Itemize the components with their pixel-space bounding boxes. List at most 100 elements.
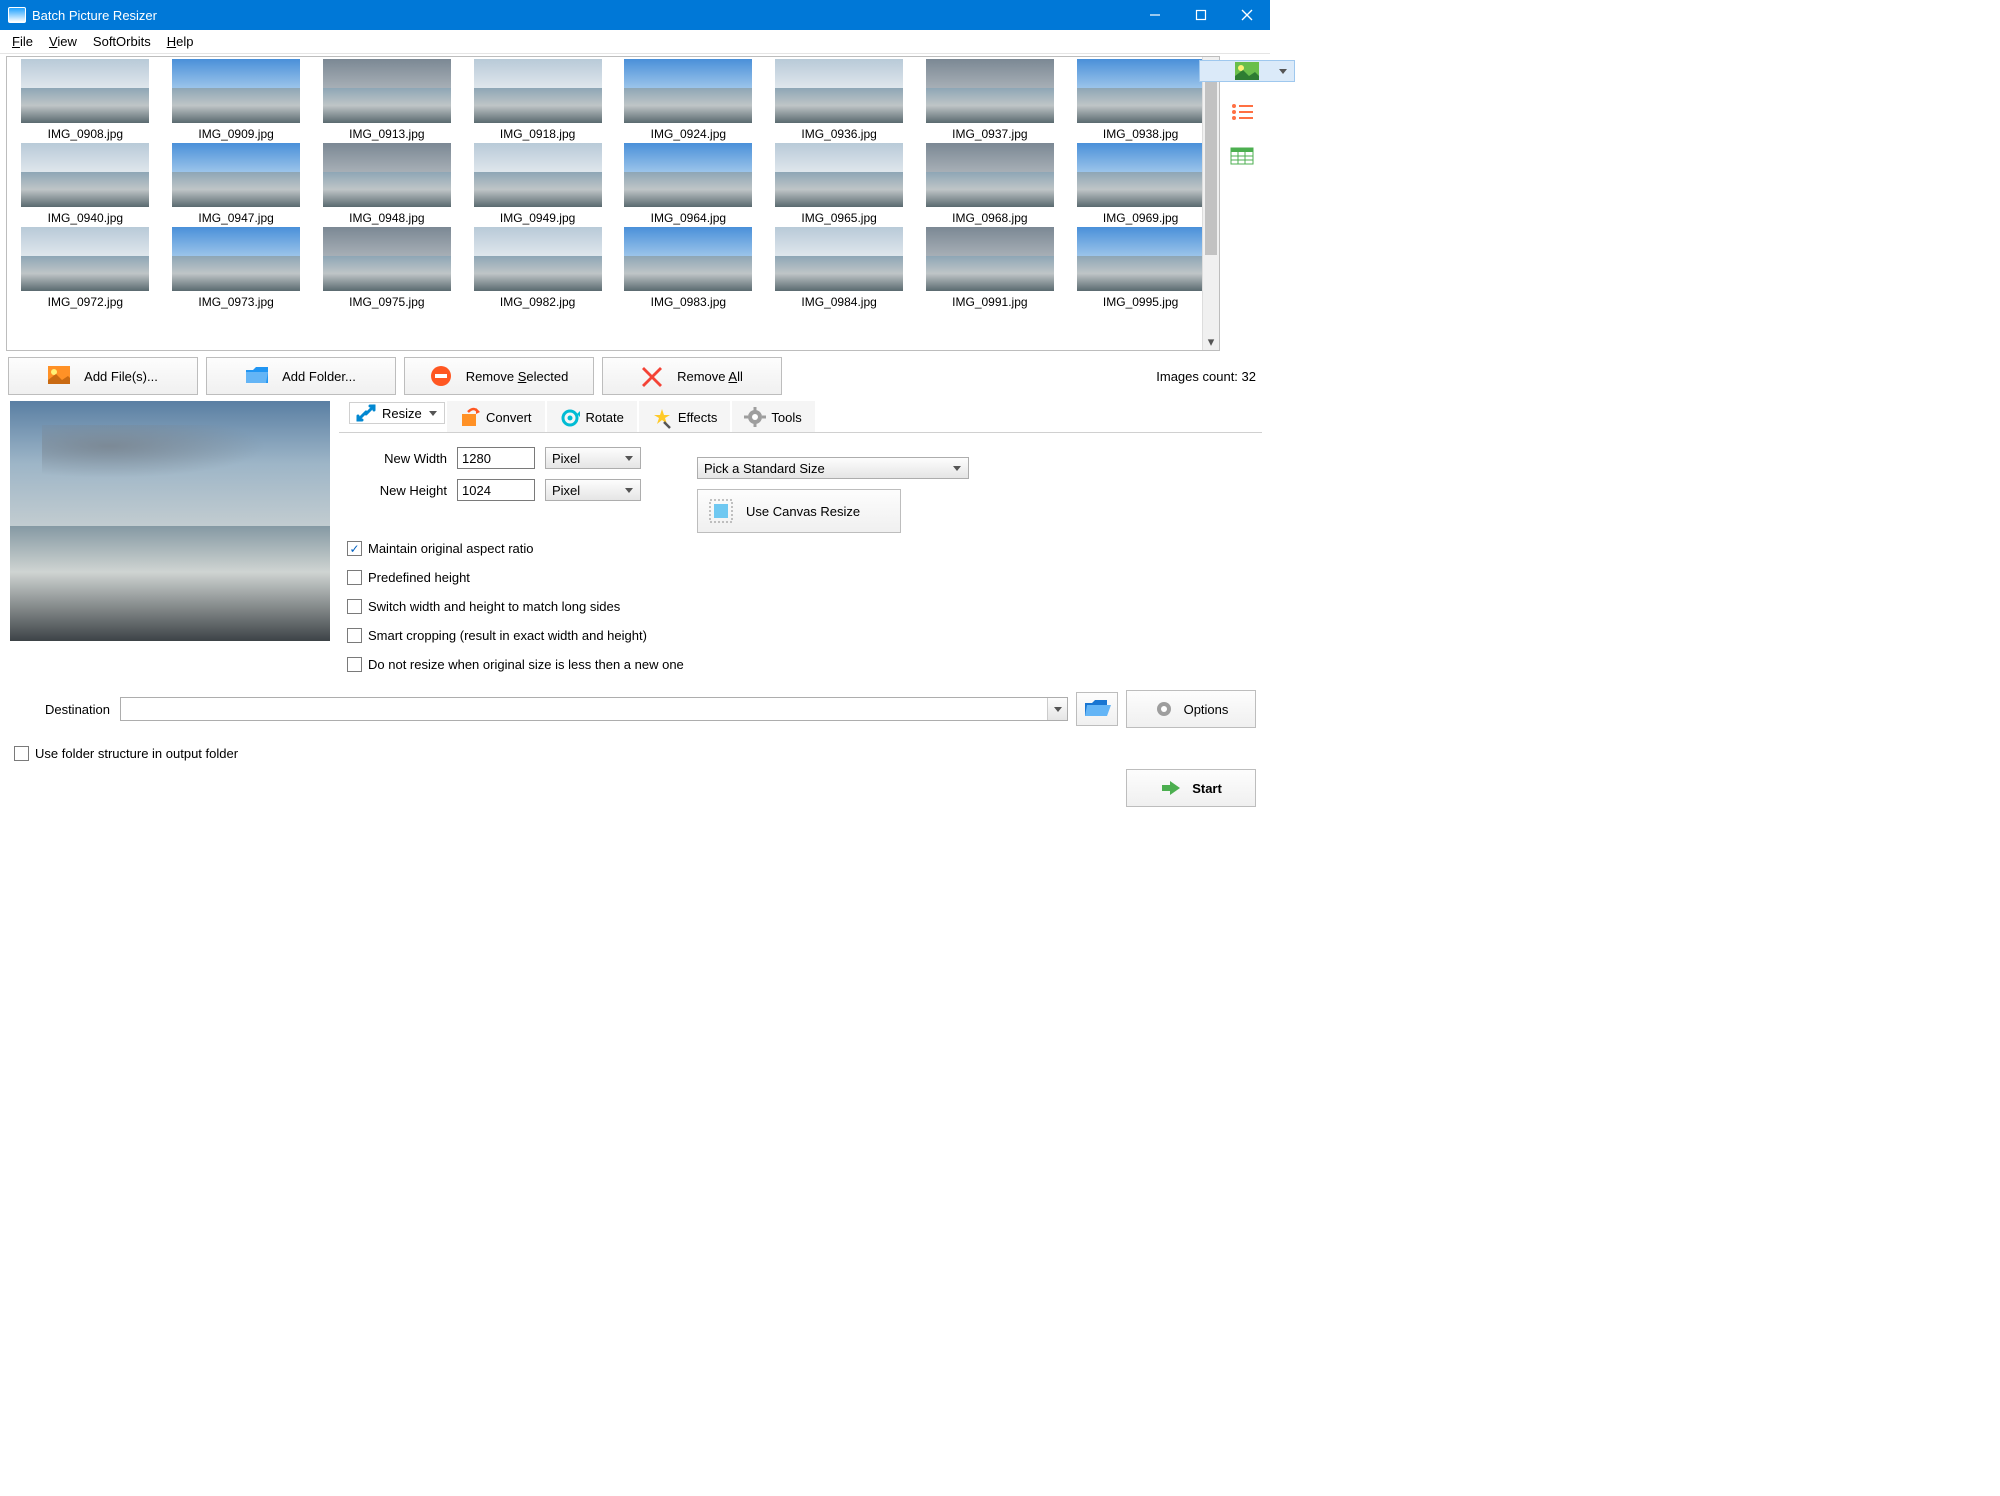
thumbnail-item[interactable]: IMG_0936.jpg [765,59,914,141]
width-unit-select[interactable]: Pixel [545,447,641,469]
thumbnail-image [323,143,451,207]
thumbnail-caption: IMG_0991.jpg [952,295,1027,309]
browse-folder-button[interactable] [1076,692,1118,726]
thumbnail-item[interactable]: IMG_0969.jpg [1066,143,1215,225]
menu-file[interactable]: File [4,32,41,51]
predefined-height-checkbox[interactable] [347,570,362,585]
thumbnail-item[interactable]: IMG_0968.jpg [916,143,1065,225]
menu-softorbits[interactable]: SoftOrbits [85,32,159,51]
thumbnail-item[interactable]: IMG_0940.jpg [11,143,160,225]
remove-icon [430,366,452,386]
minimize-button[interactable] [1132,0,1178,30]
chevron-down-icon[interactable] [1047,698,1067,720]
width-input[interactable] [457,447,535,469]
thumbnail-item[interactable]: IMG_0949.jpg [463,143,612,225]
folder-structure-row[interactable]: Use folder structure in output folder [0,734,1270,765]
thumbnail-item[interactable]: IMG_0973.jpg [162,227,311,309]
switch-wh-row[interactable]: Switch width and height to match long si… [347,599,1254,614]
thumbnail-caption: IMG_0949.jpg [500,211,575,225]
remove-selected-label: Remove Selected [466,369,569,384]
close-button[interactable] [1224,0,1270,30]
thumbnail-caption: IMG_0936.jpg [801,127,876,141]
remove-selected-button[interactable]: Remove Selected [404,357,594,395]
tab-convert[interactable]: Convert [447,401,545,432]
thumbnail-item[interactable]: IMG_0937.jpg [916,59,1065,141]
thumbnail-item[interactable]: IMG_0991.jpg [916,227,1065,309]
folder-structure-checkbox[interactable] [14,746,29,761]
destination-combo[interactable] [120,697,1068,721]
new-width-label: New Width [347,451,447,466]
thumbnail-item[interactable]: IMG_0908.jpg [11,59,160,141]
no-enlarge-row[interactable]: Do not resize when original size is less… [347,657,1254,672]
add-folder-button[interactable]: Add Folder... [206,357,396,395]
thumbnail-item[interactable]: IMG_0972.jpg [11,227,160,309]
height-input[interactable] [457,479,535,501]
view-list-button[interactable] [1226,98,1258,126]
add-files-button[interactable]: Add File(s)... [8,357,198,395]
thumbnail-item[interactable]: IMG_0964.jpg [614,143,763,225]
thumbnail-image [474,227,602,291]
height-unit-select[interactable]: Pixel [545,479,641,501]
thumbnail-image [172,59,300,123]
view-thumbnails-button[interactable] [1199,60,1295,82]
switch-wh-checkbox[interactable] [347,599,362,614]
tab-effects[interactable]: Effects [639,401,731,432]
canvas-resize-button[interactable]: Use Canvas Resize [697,489,901,533]
thumbnail-item[interactable]: IMG_0982.jpg [463,227,612,309]
thumbnail-item[interactable]: IMG_0984.jpg [765,227,914,309]
thumbnail-item[interactable]: IMG_0995.jpg [1066,227,1215,309]
thumbnail-caption: IMG_0909.jpg [198,127,273,141]
remove-all-label: Remove All [677,369,743,384]
remove-all-button[interactable]: Remove All [602,357,782,395]
thumbnail-image [775,227,903,291]
thumbnail-item[interactable]: IMG_0924.jpg [614,59,763,141]
thumbnail-item[interactable]: IMG_0948.jpg [313,143,462,225]
play-icon [1160,779,1182,797]
folder-open-icon [1085,699,1109,719]
thumbnail-item[interactable]: IMG_0909.jpg [162,59,311,141]
scrollbar[interactable]: ▴ ▾ [1202,57,1219,350]
destination-label: Destination [14,702,110,717]
thumbnail-caption: IMG_0982.jpg [500,295,575,309]
thumbnail-image [1077,143,1205,207]
new-height-label: New Height [347,483,447,498]
smart-crop-checkbox[interactable] [347,628,362,643]
scroll-thumb[interactable] [1205,74,1217,255]
predefined-height-row[interactable]: Predefined height [347,570,1254,585]
menu-bar: File View SoftOrbits Help [0,30,1270,54]
window-controls [1132,0,1270,30]
thumbnail-item[interactable]: IMG_0965.jpg [765,143,914,225]
tab-resize[interactable]: Resize [349,402,445,424]
thumbnail-caption: IMG_0948.jpg [349,211,424,225]
thumbnail-item[interactable]: IMG_0983.jpg [614,227,763,309]
thumbnail-item[interactable]: IMG_0913.jpg [313,59,462,141]
app-icon [8,7,26,23]
options-button[interactable]: Options [1126,690,1256,728]
thumbnail-image [172,143,300,207]
thumbnail-caption: IMG_0908.jpg [48,127,123,141]
smart-crop-row[interactable]: Smart cropping (result in exact width an… [347,628,1254,643]
menu-view[interactable]: View [41,32,85,51]
maintain-ratio-checkbox[interactable] [347,541,362,556]
thumbnail-item[interactable]: IMG_0938.jpg [1066,59,1215,141]
maximize-button[interactable] [1178,0,1224,30]
window-title: Batch Picture Resizer [32,8,1132,23]
view-switcher [1220,56,1264,351]
no-enlarge-checkbox[interactable] [347,657,362,672]
thumbnail-item[interactable]: IMG_0918.jpg [463,59,612,141]
thumbnail-caption: IMG_0968.jpg [952,211,1027,225]
thumbnail-item[interactable]: IMG_0947.jpg [162,143,311,225]
start-button[interactable]: Start [1126,769,1256,807]
menu-help[interactable]: Help [159,32,202,51]
scroll-down-icon[interactable]: ▾ [1203,333,1219,350]
maintain-ratio-row[interactable]: Maintain original aspect ratio [347,541,1254,556]
tab-rotate[interactable]: Rotate [547,401,637,432]
tab-tools[interactable]: Tools [732,401,814,432]
images-count-label: Images count: 32 [1156,369,1256,384]
thumbnail-caption: IMG_0995.jpg [1103,295,1178,309]
view-grid-button[interactable] [1226,142,1258,170]
thumbnail-item[interactable]: IMG_0975.jpg [313,227,462,309]
tab-strip: Resize Convert Rotate Effects Tools [339,401,1262,433]
standard-size-select[interactable]: Pick a Standard Size [697,457,969,479]
tab-resize-body: New Width Pixel New Height Pixel Pick a … [339,433,1262,680]
